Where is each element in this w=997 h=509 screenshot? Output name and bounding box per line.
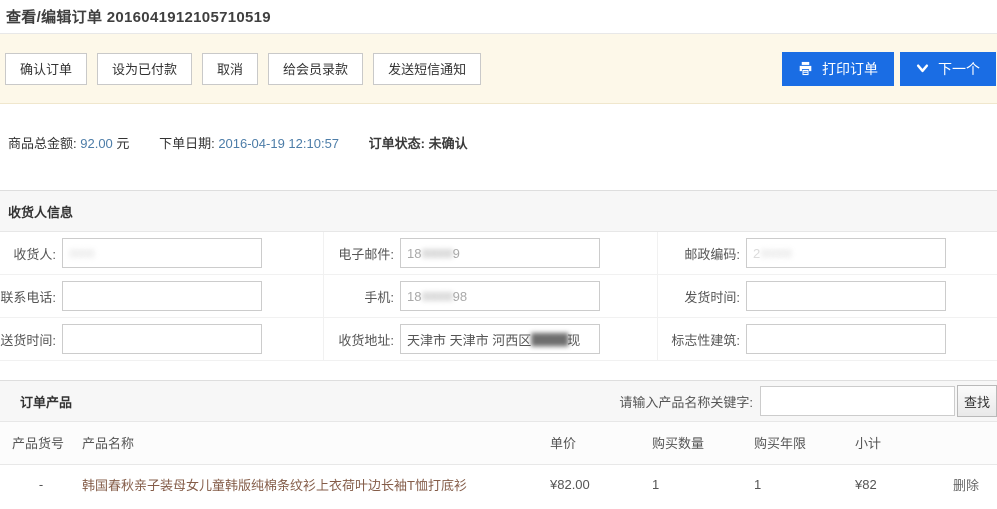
- printer-icon: [798, 61, 813, 76]
- field-address: 收货地址: 天津市 天津市 河西区▇▇▇▇现: [324, 318, 658, 361]
- product-name-link[interactable]: 韩国春秋亲子装母女儿童韩版纯棉条纹衫上衣荷叶边长袖T恤打底衫: [82, 464, 550, 504]
- table-row: - 韩国春秋亲子装母女儿童韩版纯棉条纹衫上衣荷叶边长袖T恤打底衫 ¥82.00 …: [0, 464, 997, 504]
- col-subtotal: 小计: [855, 422, 940, 464]
- product-search-input[interactable]: [760, 386, 955, 416]
- field-ship-time: 发货时间:: [658, 275, 997, 318]
- col-sku: 产品货号: [0, 422, 82, 464]
- product-search-label: 请输入产品名称关键字:: [619, 392, 753, 411]
- landmark-input[interactable]: [746, 324, 946, 354]
- products-section-header: 订单产品 请输入产品名称关键字: 查找: [0, 380, 997, 422]
- field-postcode: 邮政编码: 288888: [658, 232, 997, 275]
- postcode-input[interactable]: 288888: [746, 238, 946, 268]
- consignee-name-label: 收货人:: [0, 244, 62, 263]
- field-mobile: 手机: 188888898: [324, 275, 658, 318]
- consignee-name-input[interactable]: 8888: [62, 238, 262, 268]
- chevron-down-icon: [916, 63, 929, 74]
- record-payment-button[interactable]: 给会员录款: [268, 53, 363, 85]
- print-order-label: 打印订单: [822, 59, 878, 79]
- address-input[interactable]: 天津市 天津市 河西区▇▇▇▇现: [400, 324, 600, 354]
- product-sku: -: [0, 464, 82, 504]
- ship-time-input[interactable]: [746, 281, 946, 311]
- product-subtotal: ¥82: [855, 464, 940, 504]
- order-summary: 商品总金额: 92.00 元 下单日期: 2016-04-19 12:10:57…: [0, 104, 997, 190]
- send-sms-button[interactable]: 发送短信通知: [373, 53, 481, 85]
- confirm-order-button[interactable]: 确认订单: [5, 53, 87, 85]
- col-qty: 购买数量: [652, 422, 754, 464]
- col-action: [940, 422, 997, 464]
- page-header: 查看/编辑订单 2016041912105710519: [0, 0, 997, 34]
- consignee-section-header: 收货人信息: [0, 190, 997, 232]
- next-order-button[interactable]: 下一个: [900, 52, 996, 86]
- mobile-input[interactable]: 188888898: [400, 281, 600, 311]
- product-years: 1: [754, 464, 855, 504]
- order-date: 下单日期: 2016-04-19 12:10:57: [159, 136, 339, 151]
- order-total-unit: 元: [116, 136, 129, 151]
- postcode-label: 邮政编码:: [658, 244, 746, 263]
- consignee-section-title: 收货人信息: [8, 202, 73, 221]
- product-table-body: - 韩国春秋亲子装母女儿童韩版纯棉条纹衫上衣荷叶边长袖T恤打底衫 ¥82.00 …: [0, 464, 997, 504]
- toolbar: 确认订单 设为已付款 取消 给会员录款 发送短信通知 打印订单 下一个: [0, 34, 997, 104]
- product-qty: 1: [652, 464, 754, 504]
- order-total-value: 92.00: [80, 136, 113, 151]
- order-status-value: 未确认: [429, 136, 468, 151]
- delivery-time-label: 送货时间:: [0, 330, 62, 349]
- cancel-button[interactable]: 取消: [202, 53, 258, 85]
- order-status: 订单状态: 未确认: [369, 136, 468, 151]
- email-label: 电子邮件:: [324, 244, 400, 263]
- ship-time-label: 发货时间:: [658, 287, 746, 306]
- mobile-label: 手机:: [324, 287, 400, 306]
- field-delivery-time: 送货时间:: [0, 318, 324, 361]
- consignee-form: 收货人: 8888 电子邮件: 18888889 邮政编码: 288888 联系…: [0, 232, 997, 361]
- col-years: 购买年限: [754, 422, 855, 464]
- phone-label: 联系电话:: [0, 287, 62, 306]
- table-header-row: 产品货号 产品名称 单价 购买数量 购买年限 小计: [0, 422, 997, 464]
- landmark-label: 标志性建筑:: [658, 330, 746, 349]
- product-price: ¥82.00: [550, 464, 652, 504]
- field-landmark: 标志性建筑:: [658, 318, 997, 361]
- email-input[interactable]: 18888889: [400, 238, 600, 268]
- delete-link[interactable]: 删除: [940, 464, 997, 504]
- set-paid-button[interactable]: 设为已付款: [97, 53, 192, 85]
- phone-input[interactable]: [62, 281, 262, 311]
- search-button[interactable]: 查找: [957, 385, 997, 417]
- order-date-value: 2016-04-19 12:10:57: [218, 136, 339, 151]
- col-name: 产品名称: [82, 422, 550, 464]
- col-price: 单价: [550, 422, 652, 464]
- delivery-time-input[interactable]: [62, 324, 262, 354]
- print-order-button[interactable]: 打印订单: [782, 52, 894, 86]
- product-table: 产品货号 产品名称 单价 购买数量 购买年限 小计 - 韩国春秋亲子装母女儿童韩…: [0, 422, 997, 504]
- page-title: 查看/编辑订单 2016041912105710519: [6, 6, 271, 27]
- products-section-title: 订单产品: [20, 392, 72, 411]
- order-total: 商品总金额: 92.00 元: [8, 136, 129, 151]
- next-order-label: 下一个: [938, 59, 980, 79]
- address-label: 收货地址:: [324, 330, 400, 349]
- field-email: 电子邮件: 18888889: [324, 232, 658, 275]
- order-edit-page: { "page": { "title": "查看/编辑订单 2016041912…: [0, 0, 997, 509]
- field-phone: 联系电话:: [0, 275, 324, 318]
- field-consignee-name: 收货人: 8888: [0, 232, 324, 275]
